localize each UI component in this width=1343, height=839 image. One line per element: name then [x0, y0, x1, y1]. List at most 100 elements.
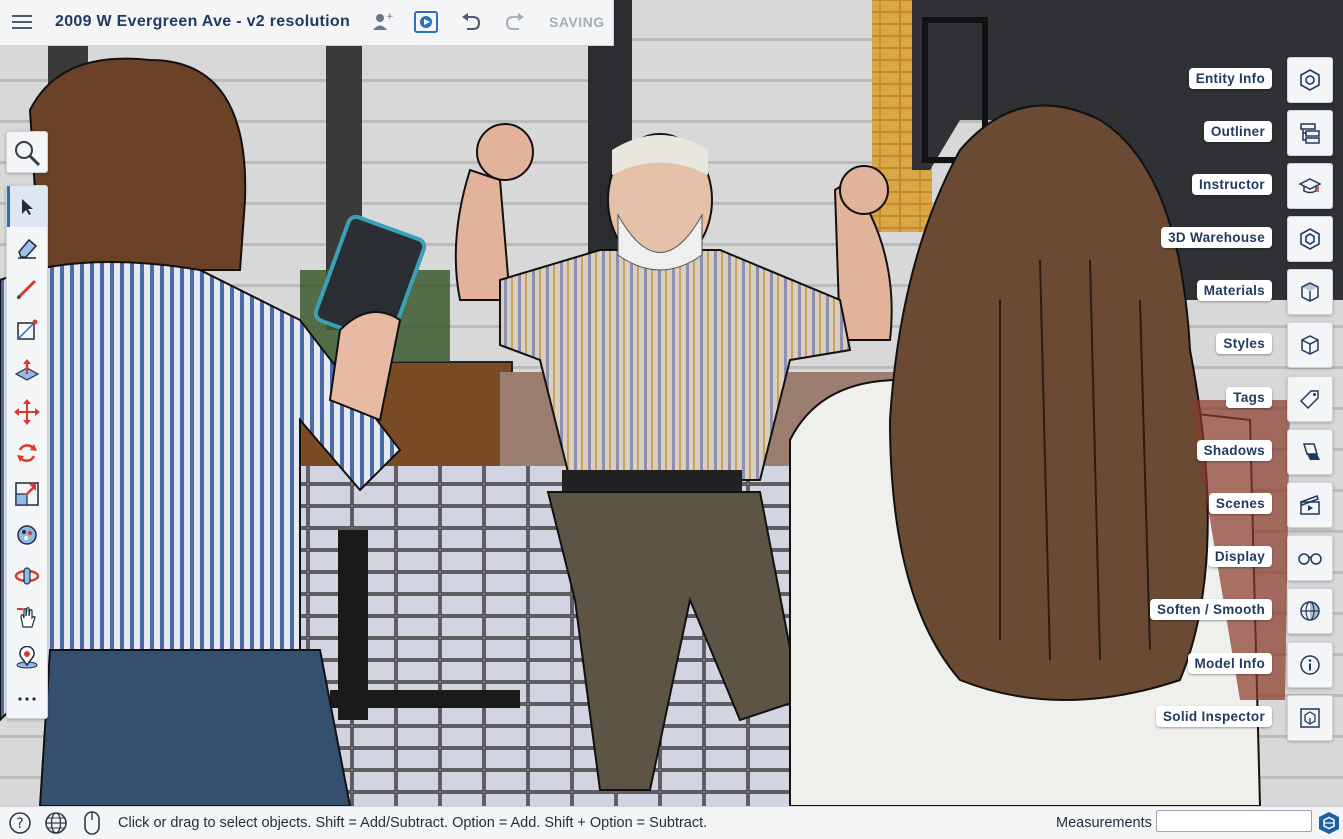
warehouse-icon — [1300, 228, 1320, 250]
paint-bucket-icon — [17, 524, 37, 545]
entity-info-icon — [1300, 69, 1320, 91]
more-dots-icon — [18, 696, 36, 701]
status-hint: Click or drag to select objects. Shift =… — [118, 815, 708, 831]
push-pull-icon — [14, 358, 40, 381]
panel-label[interactable]: Soften / Smooth — [1150, 599, 1272, 620]
model-info-button[interactable] — [1287, 642, 1333, 688]
orbit-tool[interactable] — [7, 555, 47, 596]
pencil-icon — [16, 279, 37, 299]
materials-button[interactable] — [1287, 269, 1333, 315]
search-button[interactable] — [7, 132, 47, 173]
panel-instructor[interactable]: Instructor — [1033, 163, 1333, 209]
3d-warehouse-button[interactable] — [1287, 216, 1333, 262]
svg-text:?: ? — [16, 816, 23, 832]
display-button[interactable] — [1287, 535, 1333, 581]
more-tools-button[interactable] — [7, 678, 47, 719]
eraser-icon — [18, 238, 38, 259]
panel-tags[interactable]: Tags — [1033, 376, 1333, 422]
panel-label[interactable]: Solid Inspector — [1155, 706, 1272, 727]
solid-inspector-button[interactable] — [1287, 695, 1333, 741]
panel-label[interactable]: Tags — [1226, 387, 1272, 408]
orbit-icon — [14, 566, 40, 585]
model-title[interactable]: 2009 W Evergreen Ave - v2 resolution — [55, 13, 350, 31]
glasses-icon — [1298, 553, 1322, 565]
paint-bucket-tool[interactable] — [7, 514, 47, 555]
materials-cube-icon — [1301, 282, 1319, 302]
entity-info-button[interactable] — [1287, 57, 1333, 103]
sketchup-logo-icon — [1317, 811, 1341, 835]
globe-icon[interactable] — [44, 811, 68, 835]
top-bar: 2009 W Evergreen Ave - v2 resolution + S… — [0, 0, 614, 46]
select-tool[interactable] — [7, 186, 47, 227]
eraser-tool[interactable] — [7, 227, 47, 268]
scenes-button[interactable] — [1287, 482, 1333, 528]
panel-display[interactable]: Display — [1033, 535, 1333, 581]
panel-outliner[interactable]: Outliner — [1033, 110, 1333, 156]
save-status: SAVING — [549, 14, 605, 30]
rotate-tool[interactable] — [7, 432, 47, 473]
panel-entity-info[interactable]: Entity Info — [1033, 57, 1333, 103]
soften-smooth-button[interactable] — [1287, 588, 1333, 634]
panel-solid-inspector[interactable]: Solid Inspector — [1033, 695, 1333, 741]
tags-button[interactable] — [1287, 376, 1333, 422]
move-tool[interactable] — [7, 391, 47, 432]
panel-materials[interactable]: Materials — [1033, 269, 1333, 315]
svg-text:+: + — [386, 12, 393, 22]
outliner-icon — [1300, 123, 1320, 144]
rotate-icon — [17, 443, 37, 462]
mouse-icon[interactable] — [80, 811, 104, 835]
panel-label[interactable]: Shadows — [1196, 440, 1272, 461]
shadows-button[interactable] — [1287, 429, 1333, 475]
magnifier-icon — [15, 140, 41, 166]
panel-soften-smooth[interactable]: Soften / Smooth — [1033, 588, 1333, 634]
position-camera-tool[interactable] — [7, 637, 47, 678]
menu-icon[interactable] — [8, 8, 36, 36]
add-collaborator-icon[interactable]: + — [368, 8, 396, 36]
solid-inspector-icon — [1300, 708, 1320, 728]
info-icon — [1300, 655, 1320, 675]
cursor-arrow-icon — [22, 198, 33, 215]
outliner-button[interactable] — [1287, 110, 1333, 156]
pan-tool[interactable] — [7, 596, 47, 637]
pan-hand-icon — [17, 606, 36, 628]
shadow-icon — [1302, 443, 1320, 460]
graduation-cap-icon — [1298, 178, 1322, 194]
panel-label[interactable]: Outliner — [1203, 121, 1272, 142]
undo-icon[interactable] — [457, 8, 485, 36]
panel-label[interactable]: Entity Info — [1188, 68, 1272, 89]
rectangle-icon — [17, 319, 38, 340]
rectangle-tool[interactable] — [7, 309, 47, 350]
panel-label[interactable]: Scenes — [1208, 493, 1272, 514]
soften-sphere-icon — [1300, 601, 1320, 621]
present-icon[interactable] — [412, 8, 440, 36]
instructor-button[interactable] — [1287, 163, 1333, 209]
tag-icon — [1299, 390, 1319, 410]
measurements-label: Measurements — [1056, 815, 1152, 831]
line-tool[interactable] — [7, 268, 47, 309]
styles-cube-icon — [1301, 335, 1319, 355]
status-bar: ? Click or drag to select objects. Shift… — [0, 806, 1343, 839]
move-arrows-icon — [14, 398, 40, 425]
help-icon[interactable]: ? — [8, 811, 32, 835]
panel-label[interactable]: Model Info — [1187, 653, 1272, 674]
panel-model-info[interactable]: Model Info — [1033, 642, 1333, 688]
panel-label[interactable]: 3D Warehouse — [1161, 227, 1272, 248]
position-camera-icon — [16, 645, 38, 668]
panel-label[interactable]: Styles — [1216, 333, 1272, 354]
scale-tool[interactable] — [7, 473, 47, 514]
panel-styles[interactable]: Styles — [1033, 322, 1333, 368]
panel-label[interactable]: Display — [1207, 546, 1272, 567]
clapperboard-icon — [1300, 495, 1320, 515]
tools-toolbar — [6, 185, 48, 719]
search-tool-panel — [6, 131, 48, 173]
measurements-input[interactable] — [1156, 810, 1312, 832]
panel-label[interactable]: Instructor — [1191, 174, 1272, 195]
panel-label[interactable]: Materials — [1196, 280, 1272, 301]
redo-icon[interactable] — [501, 8, 529, 36]
push-pull-tool[interactable] — [7, 350, 47, 391]
scale-icon — [15, 481, 39, 506]
styles-button[interactable] — [1287, 322, 1333, 368]
panel-shadows[interactable]: Shadows — [1033, 429, 1333, 475]
panel-scenes[interactable]: Scenes — [1033, 482, 1333, 528]
panel-3d-warehouse[interactable]: 3D Warehouse — [1033, 216, 1333, 262]
